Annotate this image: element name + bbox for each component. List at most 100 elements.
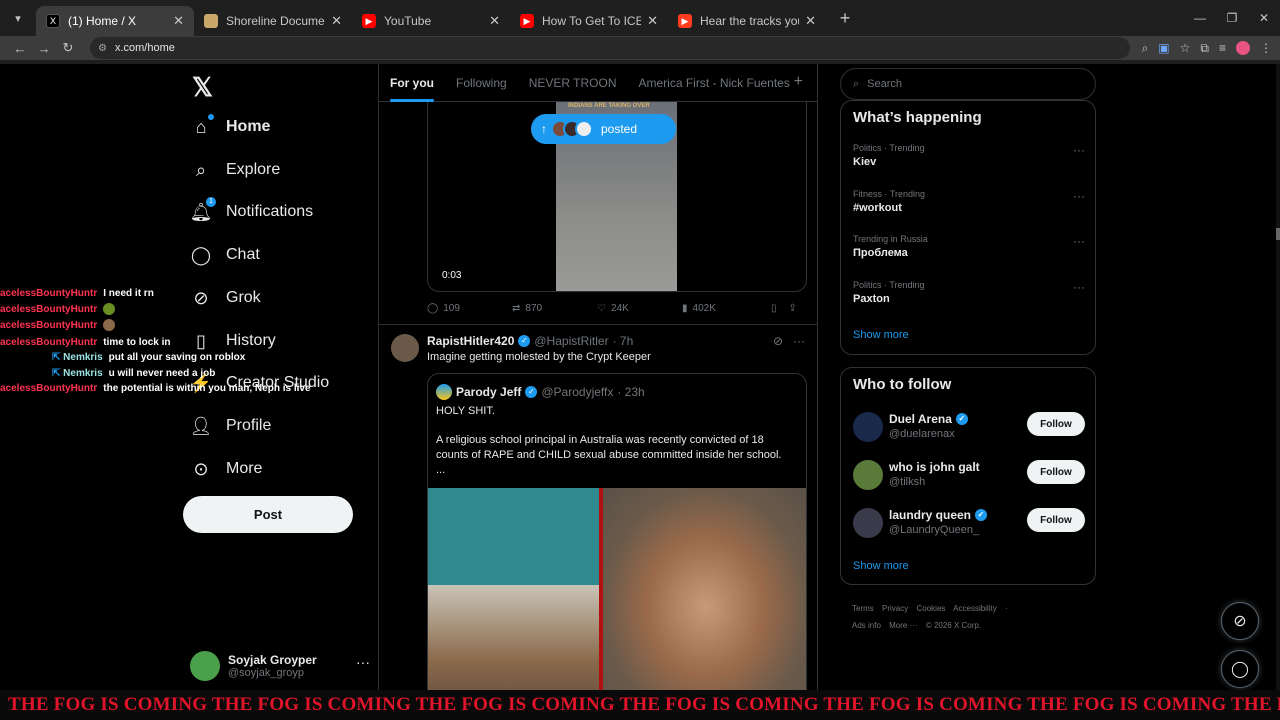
portrait-image[interactable] — [603, 488, 806, 690]
media-icon[interactable]: ≡ — [1219, 41, 1226, 55]
quote-time: · 23h — [617, 385, 645, 399]
footer-link[interactable]: Privacy — [882, 604, 908, 613]
trend-item[interactable]: Politics · Trending Kiev ··· — [853, 143, 1085, 168]
follow-suggestion[interactable]: who is john galt @tilksh Follow — [853, 458, 1085, 492]
tab-for-you[interactable]: For you — [379, 64, 445, 102]
bookmark-star-icon[interactable]: ☆ — [1180, 41, 1191, 55]
nav-item-chat[interactable]: ◯ Chat — [190, 235, 260, 275]
follow-suggestion[interactable]: Duel Arena ✓ @duelarenax Follow — [853, 410, 1085, 444]
search-icon: ⌕ — [195, 159, 207, 180]
search-input[interactable]: ⌕ Search — [840, 68, 1096, 100]
tab-search-icon[interactable]: ▾ — [0, 0, 36, 36]
repost-button[interactable]: ⇄ 870 — [512, 303, 597, 314]
browser-tab-bar: ▾ X (1) Home / X ✕ Shoreline Document Sp… — [0, 0, 1280, 36]
more-dots-icon[interactable]: ··· — [793, 334, 805, 348]
follow-suggestion[interactable]: laundry queen ✓ @LaundryQueen_ Follow — [853, 506, 1085, 540]
follow-button[interactable]: Follow — [1027, 460, 1085, 484]
nav-item-grok[interactable]: ⊘ Grok — [190, 278, 260, 318]
back-icon[interactable]: ← — [8, 41, 32, 56]
show-more-link[interactable]: Show more — [853, 329, 909, 341]
extensions-icon[interactable]: ⧉ — [1200, 41, 1209, 56]
reply-button[interactable]: ◯ 109 — [427, 303, 512, 314]
tab-close-icon[interactable]: ✕ — [331, 13, 342, 29]
more-dots-icon[interactable]: ··· — [1073, 189, 1085, 203]
tab-close-icon[interactable]: ✕ — [805, 13, 816, 29]
follow-button[interactable]: Follow — [1027, 508, 1085, 532]
nav-item-profile[interactable]: 👤︎ Profile — [190, 406, 272, 446]
quoted-tweet[interactable]: Parody Jeff ✓ @Parodyjeffx · 23h HOLY SH… — [427, 373, 807, 690]
address-bar[interactable]: ⚙ x.com/home — [90, 37, 1130, 59]
nav-item-notifications[interactable]: 🔔︎ 1 Notifications — [190, 192, 313, 232]
browser-tab[interactable]: ▶ Hear the tracks you've liked: on ✕ — [668, 6, 826, 36]
chat-line: acelessBountyHuntr — [0, 318, 116, 332]
site-info-icon[interactable]: ⚙ — [98, 43, 107, 54]
footer-link[interactable]: Accessibility — [953, 604, 997, 613]
scrollbar[interactable] — [1276, 64, 1280, 690]
grok-fab-button[interactable]: ⊘ — [1221, 602, 1259, 640]
nav-item-more[interactable]: ⊙ More — [190, 449, 262, 489]
profile-avatar[interactable] — [1236, 41, 1250, 55]
x-logo-icon[interactable]: 𝕏 — [192, 72, 213, 103]
chat-message: time to lock in — [103, 336, 171, 348]
tab-list[interactable]: NEVER TROON — [518, 64, 628, 102]
views-button[interactable]: ▮ 402K — [682, 303, 767, 314]
bookmark-icon: ▯ — [196, 330, 206, 351]
menu-icon[interactable]: ⋮ — [1260, 41, 1272, 55]
trend-item[interactable]: Fitness · Trending #workout ··· — [853, 189, 1085, 214]
browser-tab[interactable]: ▶ How To Get To ICEBREAKER In ✕ — [510, 6, 668, 36]
toolbar-actions: ⌕ ▣ ☆ ⧉ ≡ ⋮ — [1142, 36, 1272, 60]
footer-link[interactable]: Terms — [852, 604, 874, 613]
chat-line: ⇱ Nemkris u will never need a job — [52, 366, 215, 380]
footer-link[interactable]: Cookies — [916, 604, 945, 613]
share-icon[interactable]: ⇪ — [789, 303, 797, 314]
footer-link[interactable]: More ··· — [889, 621, 917, 630]
reload-icon[interactable]: ↻ — [56, 40, 80, 56]
follow-button[interactable]: Follow — [1027, 412, 1085, 436]
search-icon: ⌕ — [853, 77, 860, 90]
show-more-link[interactable]: Show more — [853, 560, 909, 572]
tab-close-icon[interactable]: ✕ — [647, 13, 658, 29]
more-dots-icon[interactable]: ··· — [1073, 143, 1085, 157]
tab-close-icon[interactable]: ✕ — [173, 13, 184, 29]
browser-tab[interactable]: X (1) Home / X ✕ — [36, 6, 194, 36]
browser-tab[interactable]: Shoreline Document Spawn Ma ✕ — [194, 6, 352, 36]
avatar[interactable] — [391, 334, 419, 362]
close-window-icon[interactable]: ✕ — [1248, 0, 1280, 36]
restore-icon[interactable]: ❐ — [1216, 0, 1248, 36]
like-button[interactable]: ♡ 24K — [597, 303, 682, 314]
chat-fab-button[interactable]: ◯ — [1221, 650, 1259, 688]
scrollbar-thumb[interactable] — [1276, 228, 1280, 240]
chat-user: acelessBountyHuntr — [0, 382, 98, 394]
tab-list[interactable]: America First - Nick Fuentes — [628, 64, 801, 102]
browser-tab[interactable]: ▶ YouTube ✕ — [352, 6, 510, 36]
new-tab-button[interactable]: + — [830, 8, 860, 29]
zoom-icon[interactable]: ⌕ — [1142, 41, 1149, 56]
author-handle[interactable]: @HapistRitler — [534, 334, 608, 348]
author-name[interactable]: RapistHitler420 — [427, 334, 514, 348]
suggestion-name: laundry queen ✓ — [889, 508, 988, 522]
post-button[interactable]: Post — [183, 496, 353, 533]
forward-icon[interactable]: → — [32, 41, 56, 56]
trend-item[interactable]: Trending in Russia Проблема ··· — [853, 234, 1085, 259]
tab-close-icon[interactable]: ✕ — [489, 13, 500, 29]
add-tab-icon[interactable]: + — [794, 73, 803, 91]
more-dots-icon[interactable]: ··· — [1073, 280, 1085, 294]
more-dots-icon[interactable]: ··· — [1073, 234, 1085, 248]
minimize-icon[interactable]: — — [1184, 0, 1216, 36]
trend-context: Trending in Russia — [853, 234, 928, 244]
footer-link[interactable]: Ads info — [852, 621, 881, 630]
tab-following[interactable]: Following — [445, 64, 518, 102]
account-switcher[interactable]: Soyjak Groyper @soyjak_groyp ··· — [190, 648, 370, 684]
nav-item-explore[interactable]: ⌕ Explore — [190, 150, 280, 190]
cast-icon[interactable]: ▣ — [1158, 41, 1169, 55]
document-favicon-icon — [204, 14, 218, 28]
grok-icon[interactable]: ⊘ — [773, 334, 783, 348]
bookmark-icon[interactable]: ▯ — [771, 303, 777, 314]
new-posts-pill[interactable]: ↑ posted — [531, 114, 676, 144]
classroom-image[interactable] — [428, 488, 599, 690]
bell-icon: 🔔︎ 1 — [190, 197, 216, 223]
more-dots-icon[interactable]: ··· — [356, 654, 370, 670]
tweet-header: RapistHitler420 ✓ @HapistRitler · 7h — [427, 334, 633, 348]
nav-item-home[interactable]: ⌂ Home — [190, 107, 270, 147]
trend-item[interactable]: Politics · Trending Paxton ··· — [853, 280, 1085, 305]
